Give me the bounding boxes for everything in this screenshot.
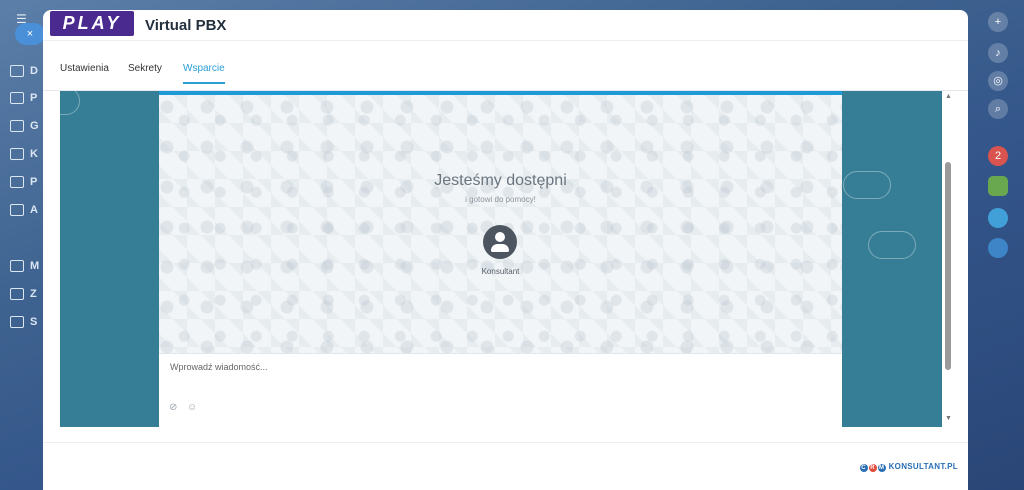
sidebar-item[interactable]: P <box>10 176 40 192</box>
sidebar-item[interactable]: K <box>10 148 40 164</box>
people-icon <box>10 260 24 273</box>
agent-avatar-icon <box>483 225 517 259</box>
chat-title: Jesteśmy dostępni <box>434 172 567 189</box>
scroll-up-arrow-icon[interactable]: ▲ <box>945 93 952 100</box>
bookmark-icon[interactable] <box>988 238 1008 258</box>
dashboard-icon <box>10 65 24 78</box>
konsultant-logo[interactable]: CRM KONSULTANT.PL <box>859 462 958 472</box>
right-rail: + ♪ ◎ ⌕ 2 <box>968 0 1024 490</box>
sidebar-item[interactable]: Z <box>10 288 40 304</box>
attachment-icon[interactable]: ⊘ <box>169 402 177 413</box>
calendar-icon[interactable] <box>988 176 1008 196</box>
chart-icon <box>10 148 24 161</box>
modal-footer: CRM KONSULTANT.PL <box>43 442 968 490</box>
sidebar-item[interactable]: A <box>10 204 40 220</box>
chat-widget: Jesteśmy dostępni i gotowi do pomocy! Ko… <box>159 91 842 427</box>
scroll-thumb[interactable] <box>945 162 951 370</box>
cloud-decoration <box>60 91 80 115</box>
card-icon <box>10 176 24 189</box>
fingerprint-icon[interactable]: ◎ <box>988 71 1008 91</box>
tab-ustawienia[interactable]: Ustawienia <box>60 63 109 82</box>
page-title: Virtual PBX <box>145 17 227 34</box>
agent-name: Konsultant <box>481 267 520 276</box>
tab-wsparcie[interactable]: Wsparcie <box>183 63 225 84</box>
crm-logo-icon: CRM <box>859 464 886 472</box>
avatar[interactable]: 2 <box>988 146 1008 166</box>
cloud-decoration <box>843 171 891 199</box>
tab-sekrety[interactable]: Sekrety <box>128 63 162 82</box>
search-icon[interactable]: ⌕ <box>988 99 1008 119</box>
sidebar-item[interactable]: D <box>10 65 40 81</box>
scroll-down-arrow-icon[interactable]: ▼ <box>945 415 952 422</box>
emoji-icon[interactable]: ☺ <box>187 402 197 413</box>
tab-bar: Ustawienia Sekrety Wsparcie <box>43 62 968 91</box>
bell-icon[interactable]: ♪ <box>988 43 1008 63</box>
modal-header: PLAY Virtual PBX <box>43 10 968 41</box>
users-icon <box>10 120 24 133</box>
sidebar-item[interactable]: M <box>10 260 40 276</box>
support-chat-frame: Jesteśmy dostępni i gotowi do pomocy! Ko… <box>60 91 942 427</box>
sidebar-item[interactable]: P <box>10 92 40 108</box>
chat-subtitle: i gotowi do pomocy! <box>465 195 536 204</box>
scrollbar[interactable]: ▲ ▼ <box>942 91 956 427</box>
server-icon <box>10 316 24 329</box>
inbox-icon <box>10 204 24 217</box>
sidebar-item[interactable]: S <box>10 316 40 332</box>
sidebar-item[interactable]: G <box>10 120 40 136</box>
chat-icon[interactable] <box>988 208 1008 228</box>
message-input[interactable] <box>168 361 772 373</box>
code-icon <box>10 288 24 301</box>
chat-pattern-background <box>159 95 842 353</box>
play-logo: PLAY <box>50 11 134 36</box>
virtual-pbx-modal: PLAY Virtual PBX Ustawienia Sekrety Wspa… <box>43 10 968 490</box>
mail-icon <box>10 92 24 105</box>
background-sidebar: ☰ × D P G K P A M Z S <box>0 0 45 490</box>
cloud-decoration <box>868 231 916 259</box>
user-add-icon[interactable]: + <box>988 12 1008 32</box>
close-button[interactable]: × <box>15 23 45 45</box>
chat-composer: ⊘ ☺ <box>159 353 842 427</box>
